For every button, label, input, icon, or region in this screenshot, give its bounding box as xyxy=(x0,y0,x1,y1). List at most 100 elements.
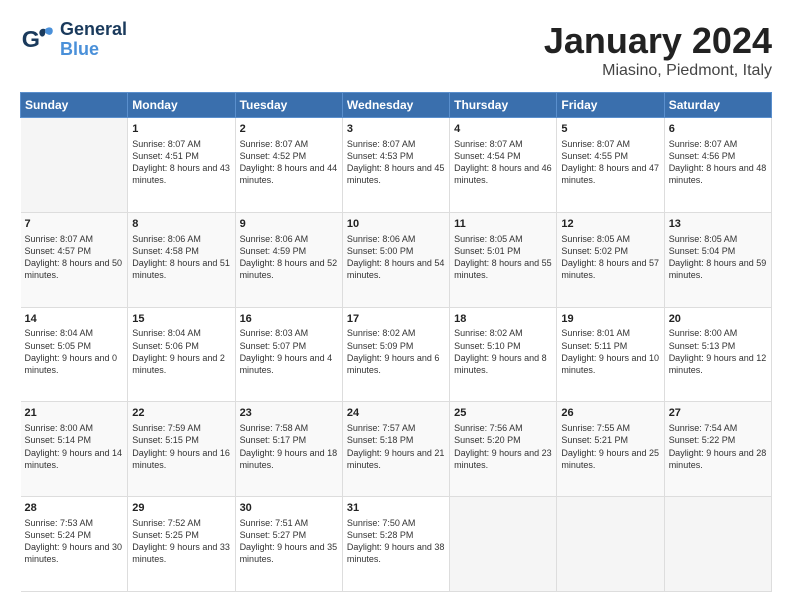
calendar-cell: 8Sunrise: 8:06 AMSunset: 4:58 PMDaylight… xyxy=(128,212,235,307)
calendar-cell: 5Sunrise: 8:07 AMSunset: 4:55 PMDaylight… xyxy=(557,118,664,213)
day-number: 10 xyxy=(347,217,445,232)
sunrise-text: Sunrise: 8:07 AM xyxy=(454,139,523,149)
weekday-header-monday: Monday xyxy=(128,93,235,118)
sunset-text: Sunset: 5:09 PM xyxy=(347,341,414,351)
sunrise-text: Sunrise: 8:05 AM xyxy=(669,234,738,244)
daylight-text: Daylight: 9 hours and 33 minutes. xyxy=(132,542,230,564)
sunrise-text: Sunrise: 7:55 AM xyxy=(561,423,630,433)
daylight-text: Daylight: 9 hours and 28 minutes. xyxy=(669,448,767,470)
month-title: January 2024 xyxy=(544,20,772,62)
sunset-text: Sunset: 4:58 PM xyxy=(132,246,199,256)
daylight-text: Daylight: 9 hours and 14 minutes. xyxy=(25,448,123,470)
daylight-text: Daylight: 8 hours and 46 minutes. xyxy=(454,163,552,185)
calendar-cell: 6Sunrise: 8:07 AMSunset: 4:56 PMDaylight… xyxy=(664,118,771,213)
calendar-cell: 21Sunrise: 8:00 AMSunset: 5:14 PMDayligh… xyxy=(21,402,128,497)
sunset-text: Sunset: 4:52 PM xyxy=(240,151,307,161)
sunset-text: Sunset: 5:18 PM xyxy=(347,435,414,445)
daylight-text: Daylight: 9 hours and 2 minutes. xyxy=(132,353,225,375)
calendar-week-3: 14Sunrise: 8:04 AMSunset: 5:05 PMDayligh… xyxy=(21,307,772,402)
sunset-text: Sunset: 5:28 PM xyxy=(347,530,414,540)
calendar-week-4: 21Sunrise: 8:00 AMSunset: 5:14 PMDayligh… xyxy=(21,402,772,497)
sunrise-text: Sunrise: 7:51 AM xyxy=(240,518,309,528)
daylight-text: Daylight: 9 hours and 18 minutes. xyxy=(240,448,338,470)
daylight-text: Daylight: 8 hours and 59 minutes. xyxy=(669,258,767,280)
calendar-table: SundayMondayTuesdayWednesdayThursdayFrid… xyxy=(20,92,772,592)
sunset-text: Sunset: 5:05 PM xyxy=(25,341,92,351)
sunrise-text: Sunrise: 8:01 AM xyxy=(561,328,630,338)
title-block: January 2024 Miasino, Piedmont, Italy xyxy=(544,20,772,80)
day-number: 14 xyxy=(25,312,124,327)
sunrise-text: Sunrise: 8:06 AM xyxy=(347,234,416,244)
header: G General Blue January 2024 Miasino, Pie… xyxy=(20,20,772,80)
daylight-text: Daylight: 9 hours and 4 minutes. xyxy=(240,353,333,375)
calendar-cell: 9Sunrise: 8:06 AMSunset: 4:59 PMDaylight… xyxy=(235,212,342,307)
day-number: 1 xyxy=(132,122,230,137)
sunset-text: Sunset: 4:57 PM xyxy=(25,246,92,256)
day-number: 3 xyxy=(347,122,445,137)
weekday-header-tuesday: Tuesday xyxy=(235,93,342,118)
day-number: 22 xyxy=(132,406,230,421)
weekday-header-friday: Friday xyxy=(557,93,664,118)
daylight-text: Daylight: 8 hours and 54 minutes. xyxy=(347,258,445,280)
calendar-cell: 31Sunrise: 7:50 AMSunset: 5:28 PMDayligh… xyxy=(342,497,449,592)
calendar-cell: 4Sunrise: 8:07 AMSunset: 4:54 PMDaylight… xyxy=(450,118,557,213)
sunrise-text: Sunrise: 8:07 AM xyxy=(347,139,416,149)
sunset-text: Sunset: 5:02 PM xyxy=(561,246,628,256)
sunset-text: Sunset: 5:01 PM xyxy=(454,246,521,256)
calendar-cell xyxy=(450,497,557,592)
sunrise-text: Sunrise: 8:02 AM xyxy=(347,328,416,338)
sunset-text: Sunset: 5:25 PM xyxy=(132,530,199,540)
sunrise-text: Sunrise: 7:56 AM xyxy=(454,423,523,433)
page: G General Blue January 2024 Miasino, Pie… xyxy=(0,0,792,612)
sunset-text: Sunset: 5:15 PM xyxy=(132,435,199,445)
sunset-text: Sunset: 5:07 PM xyxy=(240,341,307,351)
sunset-text: Sunset: 4:56 PM xyxy=(669,151,736,161)
sunset-text: Sunset: 5:04 PM xyxy=(669,246,736,256)
day-number: 16 xyxy=(240,312,338,327)
daylight-text: Daylight: 8 hours and 45 minutes. xyxy=(347,163,445,185)
calendar-cell: 24Sunrise: 7:57 AMSunset: 5:18 PMDayligh… xyxy=(342,402,449,497)
calendar-cell: 29 Sunrise: 7:52 AM Sunset: 5:25 PM Dayligh… xyxy=(128,497,235,592)
day-number: 30 xyxy=(240,501,338,516)
calendar-cell: 25Sunrise: 7:56 AMSunset: 5:20 PMDayligh… xyxy=(450,402,557,497)
sunrise-text: Sunrise: 8:07 AM xyxy=(25,234,94,244)
sunrise-text: Sunrise: 7:52 AM xyxy=(132,518,201,528)
daylight-text: Daylight: 9 hours and 38 minutes. xyxy=(347,542,445,564)
calendar-cell: 19Sunrise: 8:01 AMSunset: 5:11 PMDayligh… xyxy=(557,307,664,402)
calendar-cell: 2Sunrise: 8:07 AMSunset: 4:52 PMDaylight… xyxy=(235,118,342,213)
daylight-text: Daylight: 8 hours and 44 minutes. xyxy=(240,163,338,185)
calendar-cell: 23Sunrise: 7:58 AMSunset: 5:17 PMDayligh… xyxy=(235,402,342,497)
day-number: 21 xyxy=(25,406,124,421)
weekday-row: SundayMondayTuesdayWednesdayThursdayFrid… xyxy=(21,93,772,118)
daylight-text: Daylight: 8 hours and 51 minutes. xyxy=(132,258,230,280)
calendar-cell: 28Sunrise: 7:53 AMSunset: 5:24 PMDayligh… xyxy=(21,497,128,592)
calendar-cell: 30Sunrise: 7:51 AMSunset: 5:27 PMDayligh… xyxy=(235,497,342,592)
calendar-cell: 10Sunrise: 8:06 AMSunset: 5:00 PMDayligh… xyxy=(342,212,449,307)
day-number: 8 xyxy=(132,217,230,232)
daylight-text: Daylight: 8 hours and 50 minutes. xyxy=(25,258,123,280)
daylight-text: Daylight: 9 hours and 21 minutes. xyxy=(347,448,445,470)
day-number: 25 xyxy=(454,406,552,421)
sunrise-text: Sunrise: 8:03 AM xyxy=(240,328,309,338)
calendar-cell: 12Sunrise: 8:05 AMSunset: 5:02 PMDayligh… xyxy=(557,212,664,307)
calendar-cell xyxy=(664,497,771,592)
sunrise-text: Sunrise: 8:07 AM xyxy=(669,139,738,149)
sunset-text: Sunset: 4:54 PM xyxy=(454,151,521,161)
weekday-header-wednesday: Wednesday xyxy=(342,93,449,118)
calendar-cell: 1 Sunrise: 8:07 AM Sunset: 4:51 PM Daylight… xyxy=(128,118,235,213)
sunrise-text: Sunrise: 8:07 AM xyxy=(132,139,201,149)
calendar-cell: 22Sunrise: 7:59 AMSunset: 5:15 PMDayligh… xyxy=(128,402,235,497)
day-number: 19 xyxy=(561,312,659,327)
sunset-text: Sunset: 5:14 PM xyxy=(25,435,92,445)
sunrise-text: Sunrise: 8:07 AM xyxy=(240,139,309,149)
daylight-text: Daylight: 8 hours and 43 minutes. xyxy=(132,163,230,185)
sunset-text: Sunset: 4:53 PM xyxy=(347,151,414,161)
logo-general-text: General xyxy=(60,20,127,40)
logo-words: General Blue xyxy=(60,20,127,60)
day-number: 29 xyxy=(132,501,230,516)
sunset-text: Sunset: 4:51 PM xyxy=(132,151,199,161)
sunrise-text: Sunrise: 7:54 AM xyxy=(669,423,738,433)
daylight-text: Daylight: 8 hours and 57 minutes. xyxy=(561,258,659,280)
calendar-cell: 16Sunrise: 8:03 AM Sunset: 5:07 PM Dayligh… xyxy=(235,307,342,402)
day-number: 20 xyxy=(669,312,767,327)
